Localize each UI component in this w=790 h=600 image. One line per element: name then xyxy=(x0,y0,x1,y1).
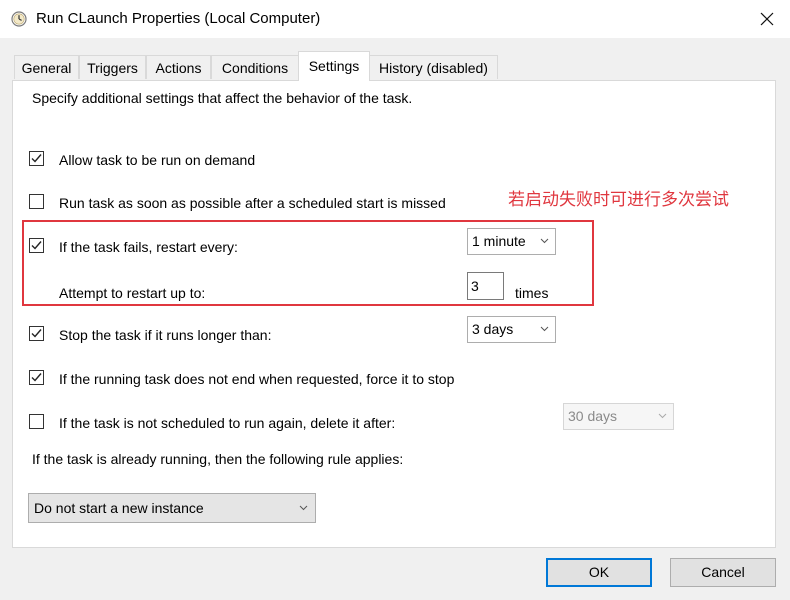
chevron-down-icon xyxy=(658,413,667,419)
tab-history[interactable]: History (disabled) xyxy=(369,55,498,79)
close-icon xyxy=(760,12,774,26)
restart-on-fail-label: If the task fails, restart every: xyxy=(59,239,238,255)
annotation-text: 若启动失败时可进行多次尝试 xyxy=(508,190,729,210)
stop-duration-value: 3 days xyxy=(472,321,514,337)
force-stop-label: If the running task does not end when re… xyxy=(59,371,455,387)
tab-actions[interactable]: Actions xyxy=(146,55,211,79)
clock-icon xyxy=(11,11,27,27)
restart-attempts-field[interactable] xyxy=(467,272,504,300)
restart-attempts-input[interactable] xyxy=(468,273,503,299)
restart-interval-value: 1 minute xyxy=(472,233,526,249)
checkmark-icon xyxy=(31,373,42,382)
restart-attempts-unit: times xyxy=(515,285,549,301)
stop-if-long-label: Stop the task if it runs longer than: xyxy=(59,327,272,343)
restart-on-fail-checkbox[interactable] xyxy=(29,238,44,253)
rule-value: Do not start a new instance xyxy=(34,500,204,516)
allow-on-demand-label: Allow task to be run on demand xyxy=(59,152,256,168)
close-button[interactable] xyxy=(744,0,790,38)
chevron-down-icon xyxy=(540,326,549,332)
restart-attempts-label: Attempt to restart up to: xyxy=(59,285,206,301)
chevron-down-icon xyxy=(299,505,308,511)
allow-on-demand-checkbox[interactable] xyxy=(29,151,44,166)
chevron-down-icon xyxy=(540,238,549,244)
tab-general[interactable]: General xyxy=(14,55,79,79)
rule-label: If the task is already running, then the… xyxy=(32,451,404,467)
tab-conditions[interactable]: Conditions xyxy=(211,55,299,79)
tab-settings[interactable]: Settings xyxy=(298,51,370,81)
window-title: Run CLaunch Properties (Local Computer) xyxy=(36,10,321,27)
delete-duration-dropdown: 30 days xyxy=(563,403,674,430)
settings-panel xyxy=(12,80,776,548)
delete-after-label: If the task is not scheduled to run agai… xyxy=(59,415,396,431)
checkmark-icon xyxy=(31,154,42,163)
settings-description: Specify additional settings that affect … xyxy=(32,90,413,106)
force-stop-checkbox[interactable] xyxy=(29,370,44,385)
delete-duration-value: 30 days xyxy=(568,408,618,424)
ok-button[interactable]: OK xyxy=(546,558,652,587)
checkmark-icon xyxy=(31,329,42,338)
stop-duration-dropdown[interactable]: 3 days xyxy=(467,316,556,343)
tab-triggers[interactable]: Triggers xyxy=(79,55,146,79)
run-asap-checkbox[interactable] xyxy=(29,194,44,209)
title-bar: Run CLaunch Properties (Local Computer) xyxy=(0,0,790,38)
run-asap-label: Run task as soon as possible after a sch… xyxy=(59,195,446,211)
rule-dropdown[interactable]: Do not start a new instance xyxy=(28,493,316,523)
delete-after-checkbox[interactable] xyxy=(29,414,44,429)
restart-interval-dropdown[interactable]: 1 minute xyxy=(467,228,556,255)
stop-if-long-checkbox[interactable] xyxy=(29,326,44,341)
cancel-button[interactable]: Cancel xyxy=(670,558,776,587)
checkmark-icon xyxy=(31,241,42,250)
